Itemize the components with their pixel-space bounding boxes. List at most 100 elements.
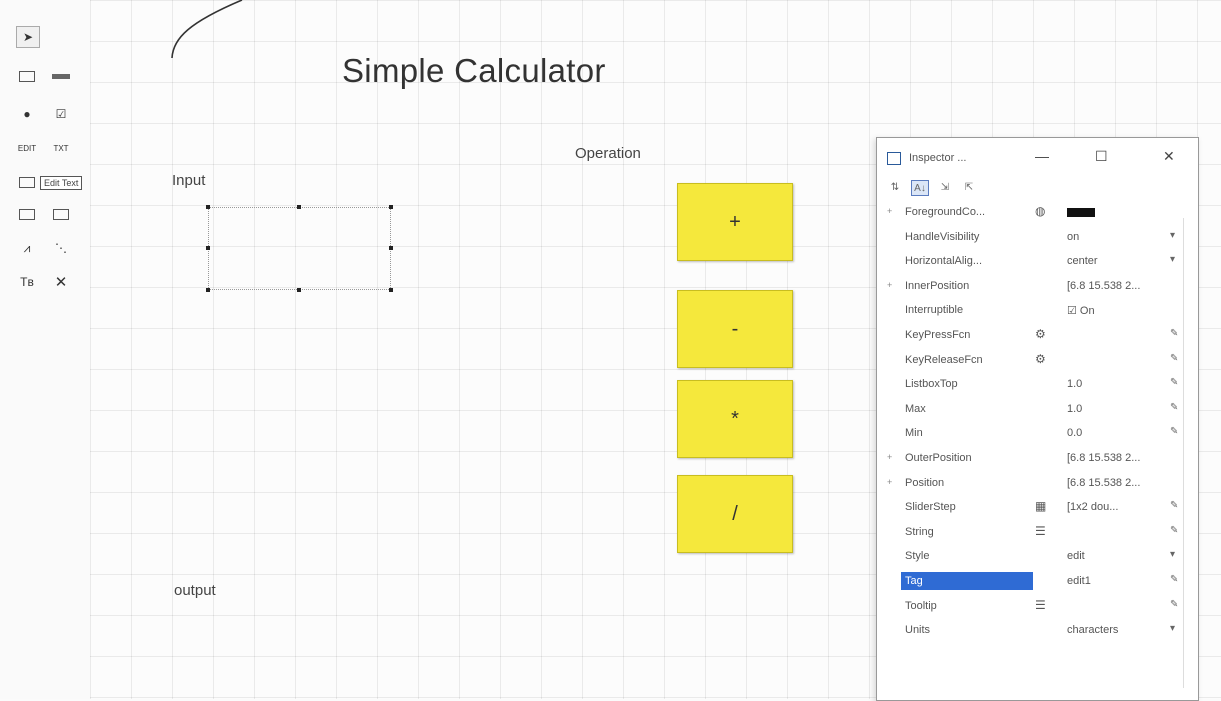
resize-handle[interactable] — [206, 205, 210, 209]
property-value[interactable]: ☑ On — [1067, 304, 1095, 317]
property-name: HorizontalAlig... — [905, 255, 983, 268]
resize-handle[interactable] — [206, 246, 210, 250]
expand-icon[interactable]: + — [887, 477, 892, 487]
multiply-button[interactable]: * — [677, 380, 793, 458]
resize-handle[interactable] — [389, 246, 393, 250]
property-row[interactable]: + ForegroundCo... ◍ — [887, 200, 1185, 225]
edit-text-tool-icon[interactable]: EDIT — [16, 138, 38, 158]
property-action-icon[interactable]: ✎ — [1170, 377, 1178, 388]
property-row[interactable]: Interruptible ☑ On — [887, 298, 1185, 323]
property-value[interactable]: characters — [1067, 624, 1118, 636]
checkbox-tool-icon[interactable]: ☑ — [50, 104, 72, 124]
button-group-tool-icon[interactable]: Tʙ — [16, 272, 38, 292]
property-row[interactable]: + Position [6.8 15.538 2... — [887, 471, 1185, 496]
property-value[interactable]: [6.8 15.538 2... — [1067, 452, 1140, 464]
property-inspector: Inspector ... — ☐ ✕ ⇅ A↓ ⇲ ⇱ + Foreground… — [876, 137, 1199, 701]
collapse-all-icon[interactable]: ⇱ — [961, 180, 977, 194]
axes-tool-icon[interactable]: ⩘ — [16, 238, 38, 258]
property-value[interactable]: edit1 — [1067, 575, 1091, 587]
property-value[interactable]: [1x2 dou... — [1067, 501, 1118, 513]
property-name: SliderStep — [905, 501, 956, 514]
property-name: Min — [905, 427, 923, 440]
property-action-icon[interactable]: ▾ — [1170, 230, 1175, 241]
property-action-icon[interactable]: ▾ — [1170, 254, 1175, 265]
property-row[interactable]: + InnerPosition [6.8 15.538 2... — [887, 274, 1185, 299]
expand-icon[interactable]: + — [887, 206, 892, 216]
property-action-icon[interactable]: ▾ — [1170, 623, 1175, 634]
divide-button[interactable]: / — [677, 475, 793, 553]
property-editor-icon[interactable]: ◍ — [1035, 204, 1045, 218]
property-value[interactable]: 1.0 — [1067, 378, 1082, 390]
property-row[interactable]: + OuterPosition [6.8 15.538 2... — [887, 446, 1185, 471]
property-value[interactable]: [6.8 15.538 2... — [1067, 280, 1140, 292]
property-value[interactable]: on — [1067, 231, 1079, 243]
property-row[interactable]: SliderStep ▦ [1x2 dou... ✎ — [887, 495, 1185, 520]
property-row[interactable]: HorizontalAlig... center ▾ — [887, 249, 1185, 274]
property-row[interactable]: Min 0.0 ✎ — [887, 421, 1185, 446]
categorize-icon[interactable]: ⇅ — [887, 180, 903, 194]
property-value[interactable]: [6.8 15.538 2... — [1067, 477, 1140, 489]
resize-handle[interactable] — [389, 288, 393, 292]
property-action-icon[interactable]: ✎ — [1170, 353, 1178, 364]
property-editor-icon[interactable]: ☰ — [1035, 524, 1046, 538]
color-swatch[interactable] — [1067, 207, 1095, 217]
property-row[interactable]: Units characters ▾ — [887, 618, 1185, 643]
subtract-button[interactable]: - — [677, 290, 793, 368]
property-action-icon[interactable]: ✎ — [1170, 574, 1178, 585]
table-tool-icon[interactable] — [50, 204, 72, 224]
resize-handle[interactable] — [297, 288, 301, 292]
resize-handle[interactable] — [389, 205, 393, 209]
property-action-icon[interactable]: ✎ — [1170, 426, 1178, 437]
property-row[interactable]: Style edit ▾ — [887, 544, 1185, 569]
slider-tool-icon[interactable] — [50, 66, 72, 86]
resize-handle[interactable] — [297, 205, 301, 209]
pointer-tool-icon[interactable]: ➤ — [16, 26, 40, 48]
property-action-icon[interactable]: ✎ — [1170, 328, 1178, 339]
property-action-icon[interactable]: ✎ — [1170, 525, 1178, 536]
property-row[interactable]: KeyReleaseFcn ⚙ ✎ — [887, 348, 1185, 373]
property-value[interactable]: 1.0 — [1067, 403, 1082, 415]
sort-alphabetical-icon[interactable]: A↓ — [911, 180, 929, 196]
property-row[interactable]: HandleVisibility on ▾ — [887, 225, 1185, 250]
property-action-icon[interactable]: ✎ — [1170, 500, 1178, 511]
input-edit-box[interactable] — [208, 207, 391, 290]
expand-icon[interactable]: + — [887, 452, 892, 462]
property-row[interactable]: Tag edit1 ✎ — [887, 569, 1185, 594]
property-editor-icon[interactable]: ☰ — [1035, 598, 1046, 612]
toggle-button-tool-icon[interactable] — [16, 204, 38, 224]
inspector-scrollbar[interactable] — [1183, 218, 1190, 688]
property-row[interactable]: KeyPressFcn ⚙ ✎ — [887, 323, 1185, 348]
property-value[interactable] — [1067, 206, 1095, 218]
property-value[interactable]: edit — [1067, 550, 1085, 562]
add-button[interactable]: + — [677, 183, 793, 261]
push-button-tool-icon[interactable] — [16, 66, 38, 86]
output-label: output — [174, 582, 216, 599]
property-action-icon[interactable]: ✎ — [1170, 599, 1178, 610]
maximize-button[interactable]: ☐ — [1095, 148, 1108, 165]
property-name: KeyPressFcn — [905, 328, 971, 341]
expand-all-icon[interactable]: ⇲ — [937, 180, 953, 194]
panel-tool-icon[interactable]: ⋱ — [50, 238, 72, 258]
radio-button-tool-icon[interactable]: ● — [16, 104, 38, 124]
property-row[interactable]: String ☰ ✎ — [887, 520, 1185, 545]
activex-tool-icon[interactable]: ✕ — [50, 272, 72, 292]
resize-handle[interactable] — [206, 288, 210, 292]
popup-menu-tool-icon[interactable] — [16, 172, 38, 192]
property-value[interactable]: 0.0 — [1067, 427, 1082, 439]
tool-tooltip: Edit Text — [40, 176, 83, 190]
property-row[interactable]: Max 1.0 ✎ — [887, 397, 1185, 422]
property-value[interactable]: center — [1067, 255, 1098, 267]
property-editor-icon[interactable]: ⚙ — [1035, 327, 1046, 341]
property-row[interactable]: Tooltip ☰ ✎ — [887, 594, 1185, 619]
property-list: + ForegroundCo... ◍ HandleVisibility on ▾ Hori… — [887, 200, 1185, 643]
property-editor-icon[interactable]: ▦ — [1035, 499, 1046, 513]
close-button[interactable]: ✕ — [1163, 148, 1175, 165]
expand-icon[interactable]: + — [887, 280, 892, 290]
property-row[interactable]: ListboxTop 1.0 ✎ — [887, 372, 1185, 397]
static-text-tool-icon[interactable]: TXT — [50, 138, 72, 158]
property-editor-icon[interactable]: ⚙ — [1035, 352, 1046, 366]
property-action-icon[interactable]: ✎ — [1170, 402, 1178, 413]
property-name: OuterPosition — [905, 451, 972, 464]
minimize-button[interactable]: — — [1035, 148, 1049, 164]
property-action-icon[interactable]: ▾ — [1170, 549, 1175, 560]
